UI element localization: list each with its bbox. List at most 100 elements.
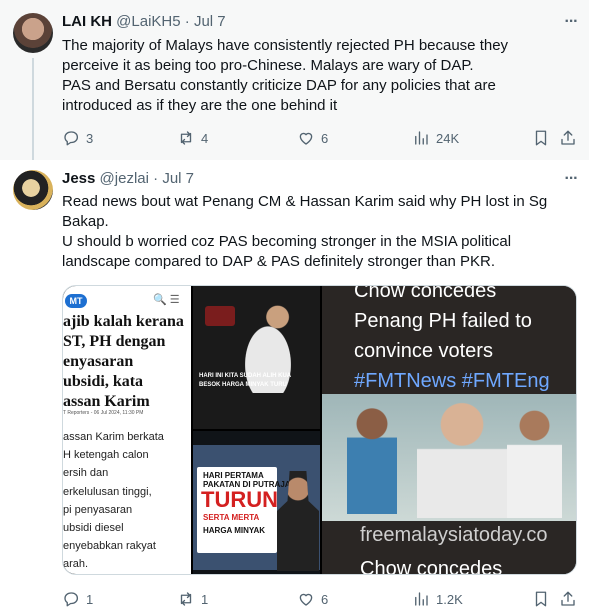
graphic-subtext: HARGA MINYAK — [203, 526, 266, 535]
tweet-text: Read news bout wat Penang CM & Hassan Ka… — [62, 192, 582, 272]
article-body-line: ersih dan — [63, 467, 109, 480]
like-button[interactable]: 6 — [297, 589, 328, 609]
reply-icon — [64, 592, 79, 607]
graphic-heading-line: HARI PERTAMA — [203, 471, 264, 480]
tweet-text-line: landscape compared to DAP & PAS definite… — [62, 253, 496, 270]
display-name[interactable]: LAI KH — [62, 13, 112, 30]
video-headline-line: Chow concedes — [354, 286, 497, 302]
article-body-line: arah. — [63, 558, 89, 571]
video-hashtags: #FMTNews #FMTEng — [354, 370, 550, 392]
repost-button[interactable]: 1 — [177, 589, 208, 609]
repost-count: 4 — [201, 130, 209, 146]
like-icon — [299, 593, 313, 606]
article-body-line: erkelulusan tinggi, — [63, 485, 152, 498]
graphic-subtext: SERTA MERTA — [203, 513, 260, 522]
bookmark-icon — [535, 591, 547, 607]
article-headline-line: assan Karim — [63, 393, 150, 410]
article-headline: ajib kalah kerana ST, PH dengan enyasara… — [63, 312, 191, 412]
article-body-line: H ketengah calon — [63, 449, 149, 462]
media-image-fmt-video[interactable]: Chow concedes Penang PH failed to convin… — [322, 286, 576, 575]
bookmark-icon — [535, 130, 547, 146]
share-button[interactable] — [559, 128, 577, 148]
repost-icon — [180, 131, 192, 145]
reply-count: 3 — [86, 130, 94, 146]
repost-button[interactable]: 4 — [177, 128, 208, 148]
tweet-text-line: The majority of Malays have consistently… — [62, 37, 509, 54]
view-count: 24K — [436, 130, 460, 146]
person-figure — [507, 408, 562, 518]
more-icon[interactable]: ··· — [560, 170, 582, 190]
article-byline: T Reporters - 06 Jul 2024, 11:30 PM — [63, 410, 144, 416]
views-icon — [415, 131, 428, 145]
views-button[interactable]: 24K — [412, 128, 459, 148]
video-subtitle: Chow concedes — [360, 558, 503, 575]
person-figure — [347, 404, 397, 514]
article-body-line: assan Karim berkata — [63, 431, 164, 443]
graphic-turun-text: TURUN — [201, 487, 278, 512]
avatar[interactable] — [13, 170, 53, 210]
more-icon[interactable]: ··· — [560, 13, 582, 33]
repost-count: 1 — [201, 591, 209, 607]
repost-icon — [180, 592, 192, 606]
article-headline-line: ubsidi, kata — [63, 373, 144, 390]
video-caption-line: BESOK HARGA MINYAK TURU — [199, 382, 287, 388]
person-figure — [417, 398, 507, 518]
view-count: 1.2K — [436, 591, 463, 607]
media-image-rally[interactable]: HARI INI KITA SUDAH ALIH KUA BESOK HARGA… — [193, 286, 320, 429]
user-handle[interactable]: @jezlai — [100, 170, 149, 187]
video-caption-line: HARI INI KITA SUDAH ALIH KUA — [199, 373, 292, 379]
tweet-text-line: perceive it as being too pro-Chinese. Ma… — [62, 57, 474, 74]
reply-button[interactable]: 1 — [62, 589, 93, 609]
video-headline-line: Penang PH failed to — [354, 310, 532, 332]
bookmark-button[interactable] — [532, 589, 550, 609]
tweet-text-line: Read news bout wat Penang CM & Hassan Ka… — [62, 193, 548, 210]
article-headline-line: ajib kalah kerana — [63, 313, 184, 330]
like-count: 6 — [321, 130, 329, 146]
fmt-logo: MT — [65, 294, 87, 308]
article-body-line: enyebabkan rakyat — [63, 540, 156, 553]
media-image-article[interactable]: MT 🔍 ☰ ajib kalah kerana ST, PH dengan e… — [63, 286, 191, 574]
tweet-text-line: Bakap. — [62, 213, 109, 230]
reply-icon — [64, 131, 79, 146]
tweet-lai-kh[interactable]: LAI KH @LaiKH5 · Jul 7 ··· The majority … — [0, 0, 589, 162]
article-body-line: ubsidi diesel — [63, 522, 124, 535]
article-headline-line: ST, PH dengan — [63, 333, 166, 350]
views-button[interactable]: 1.2K — [412, 589, 463, 609]
media-image-turun[interactable]: HARI PERTAMA PAKATAN DI PUTRAJAYA TURUN … — [193, 431, 320, 574]
tweet-actions: 1 1 6 1.2K — [62, 589, 584, 609]
tweet-text: The majority of Malays have consistently… — [62, 36, 582, 116]
tweet-text-line: U should b worried coz PAS becoming stro… — [62, 233, 512, 250]
display-name[interactable]: Jess — [62, 170, 95, 187]
video-headline: Chow concedes Penang PH failed to convin… — [354, 286, 576, 396]
tweet-date[interactable]: Jul 7 — [162, 170, 194, 187]
video-caption: HARI INI KITA SUDAH ALIH KUA BESOK HARGA… — [199, 372, 320, 390]
separator-dot: · — [153, 170, 159, 187]
like-button[interactable]: 6 — [297, 128, 328, 148]
share-button[interactable] — [559, 589, 577, 609]
video-headline-line: convince voters — [354, 340, 493, 362]
article-body-line: pi penyasaran — [63, 503, 133, 516]
tweet-date[interactable]: Jul 7 — [194, 13, 226, 30]
tweet-actions: 3 4 6 24K — [62, 128, 584, 148]
media-grid: MT 🔍 ☰ ajib kalah kerana ST, PH dengan e… — [62, 285, 577, 575]
article-body: assan Karim berkata H ketengah calon ers… — [63, 428, 191, 574]
like-count: 6 — [321, 591, 329, 607]
like-icon — [299, 132, 313, 145]
tweet-header: Jess @jezlai · Jul 7 — [62, 170, 194, 187]
thread-connector-line — [32, 58, 34, 162]
tweet-text-line: introduced as if they are the one behind… — [62, 97, 338, 114]
share-icon — [561, 591, 575, 606]
avatar[interactable] — [13, 13, 53, 53]
user-handle[interactable]: @LaiKH5 — [116, 13, 180, 30]
tweet-header: LAI KH @LaiKH5 · Jul 7 — [62, 13, 226, 30]
tweet-text-line: PAS and Bersatu constantly criticize DAP… — [62, 77, 496, 94]
bookmark-button[interactable] — [532, 128, 550, 148]
separator-dot: · — [184, 13, 190, 30]
reply-button[interactable]: 3 — [62, 128, 93, 148]
article-headline-line: enyasaran — [63, 353, 134, 370]
views-icon — [415, 592, 428, 606]
video-source-url: freemalaysiatoday.co — [360, 524, 548, 546]
share-icon — [561, 130, 575, 145]
reply-count: 1 — [86, 591, 94, 607]
article-toolbar-icons: 🔍 ☰ — [153, 294, 180, 306]
